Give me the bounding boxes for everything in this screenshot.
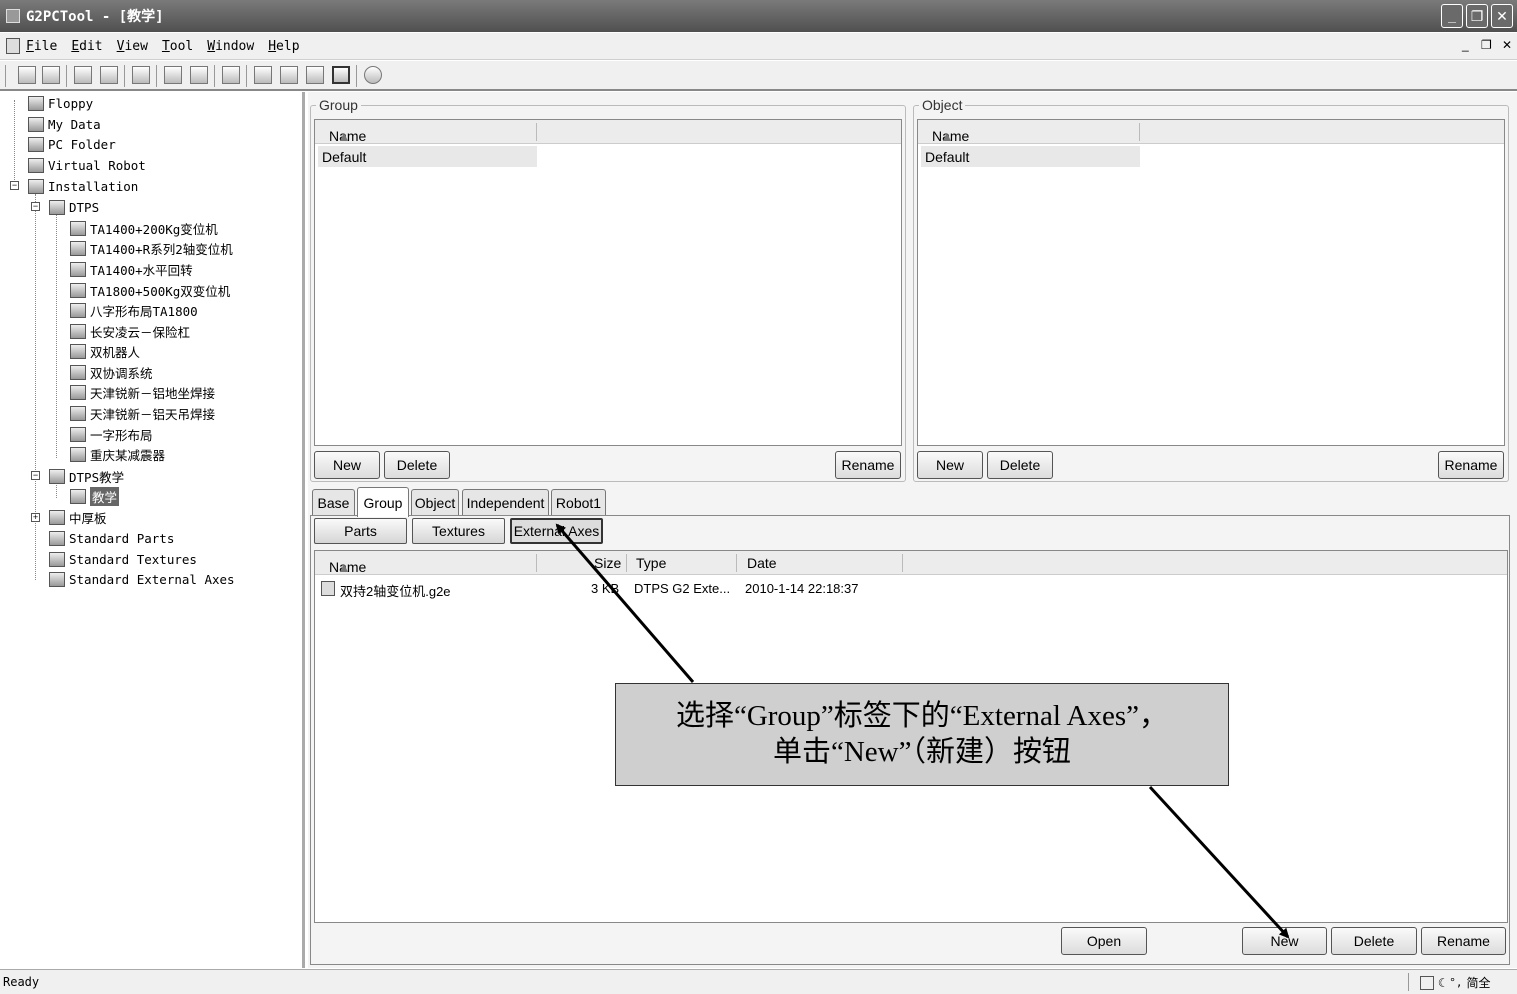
ime-mode-label: 简全 xyxy=(1466,976,1491,990)
arrow-to-external-axes xyxy=(555,523,695,683)
annotation-arrows xyxy=(555,523,1290,939)
status-text: Ready xyxy=(3,975,40,989)
ime-toolbar[interactable]: ☾ °, 简全 xyxy=(1420,972,1516,993)
punctuation-icon: °, xyxy=(1449,976,1463,989)
status-bar: Ready ☾ °, 简全 xyxy=(0,969,1517,994)
ime-icon xyxy=(1420,975,1434,990)
arrow-to-new-button xyxy=(1148,785,1290,939)
moon-icon: ☾ xyxy=(1438,975,1446,990)
